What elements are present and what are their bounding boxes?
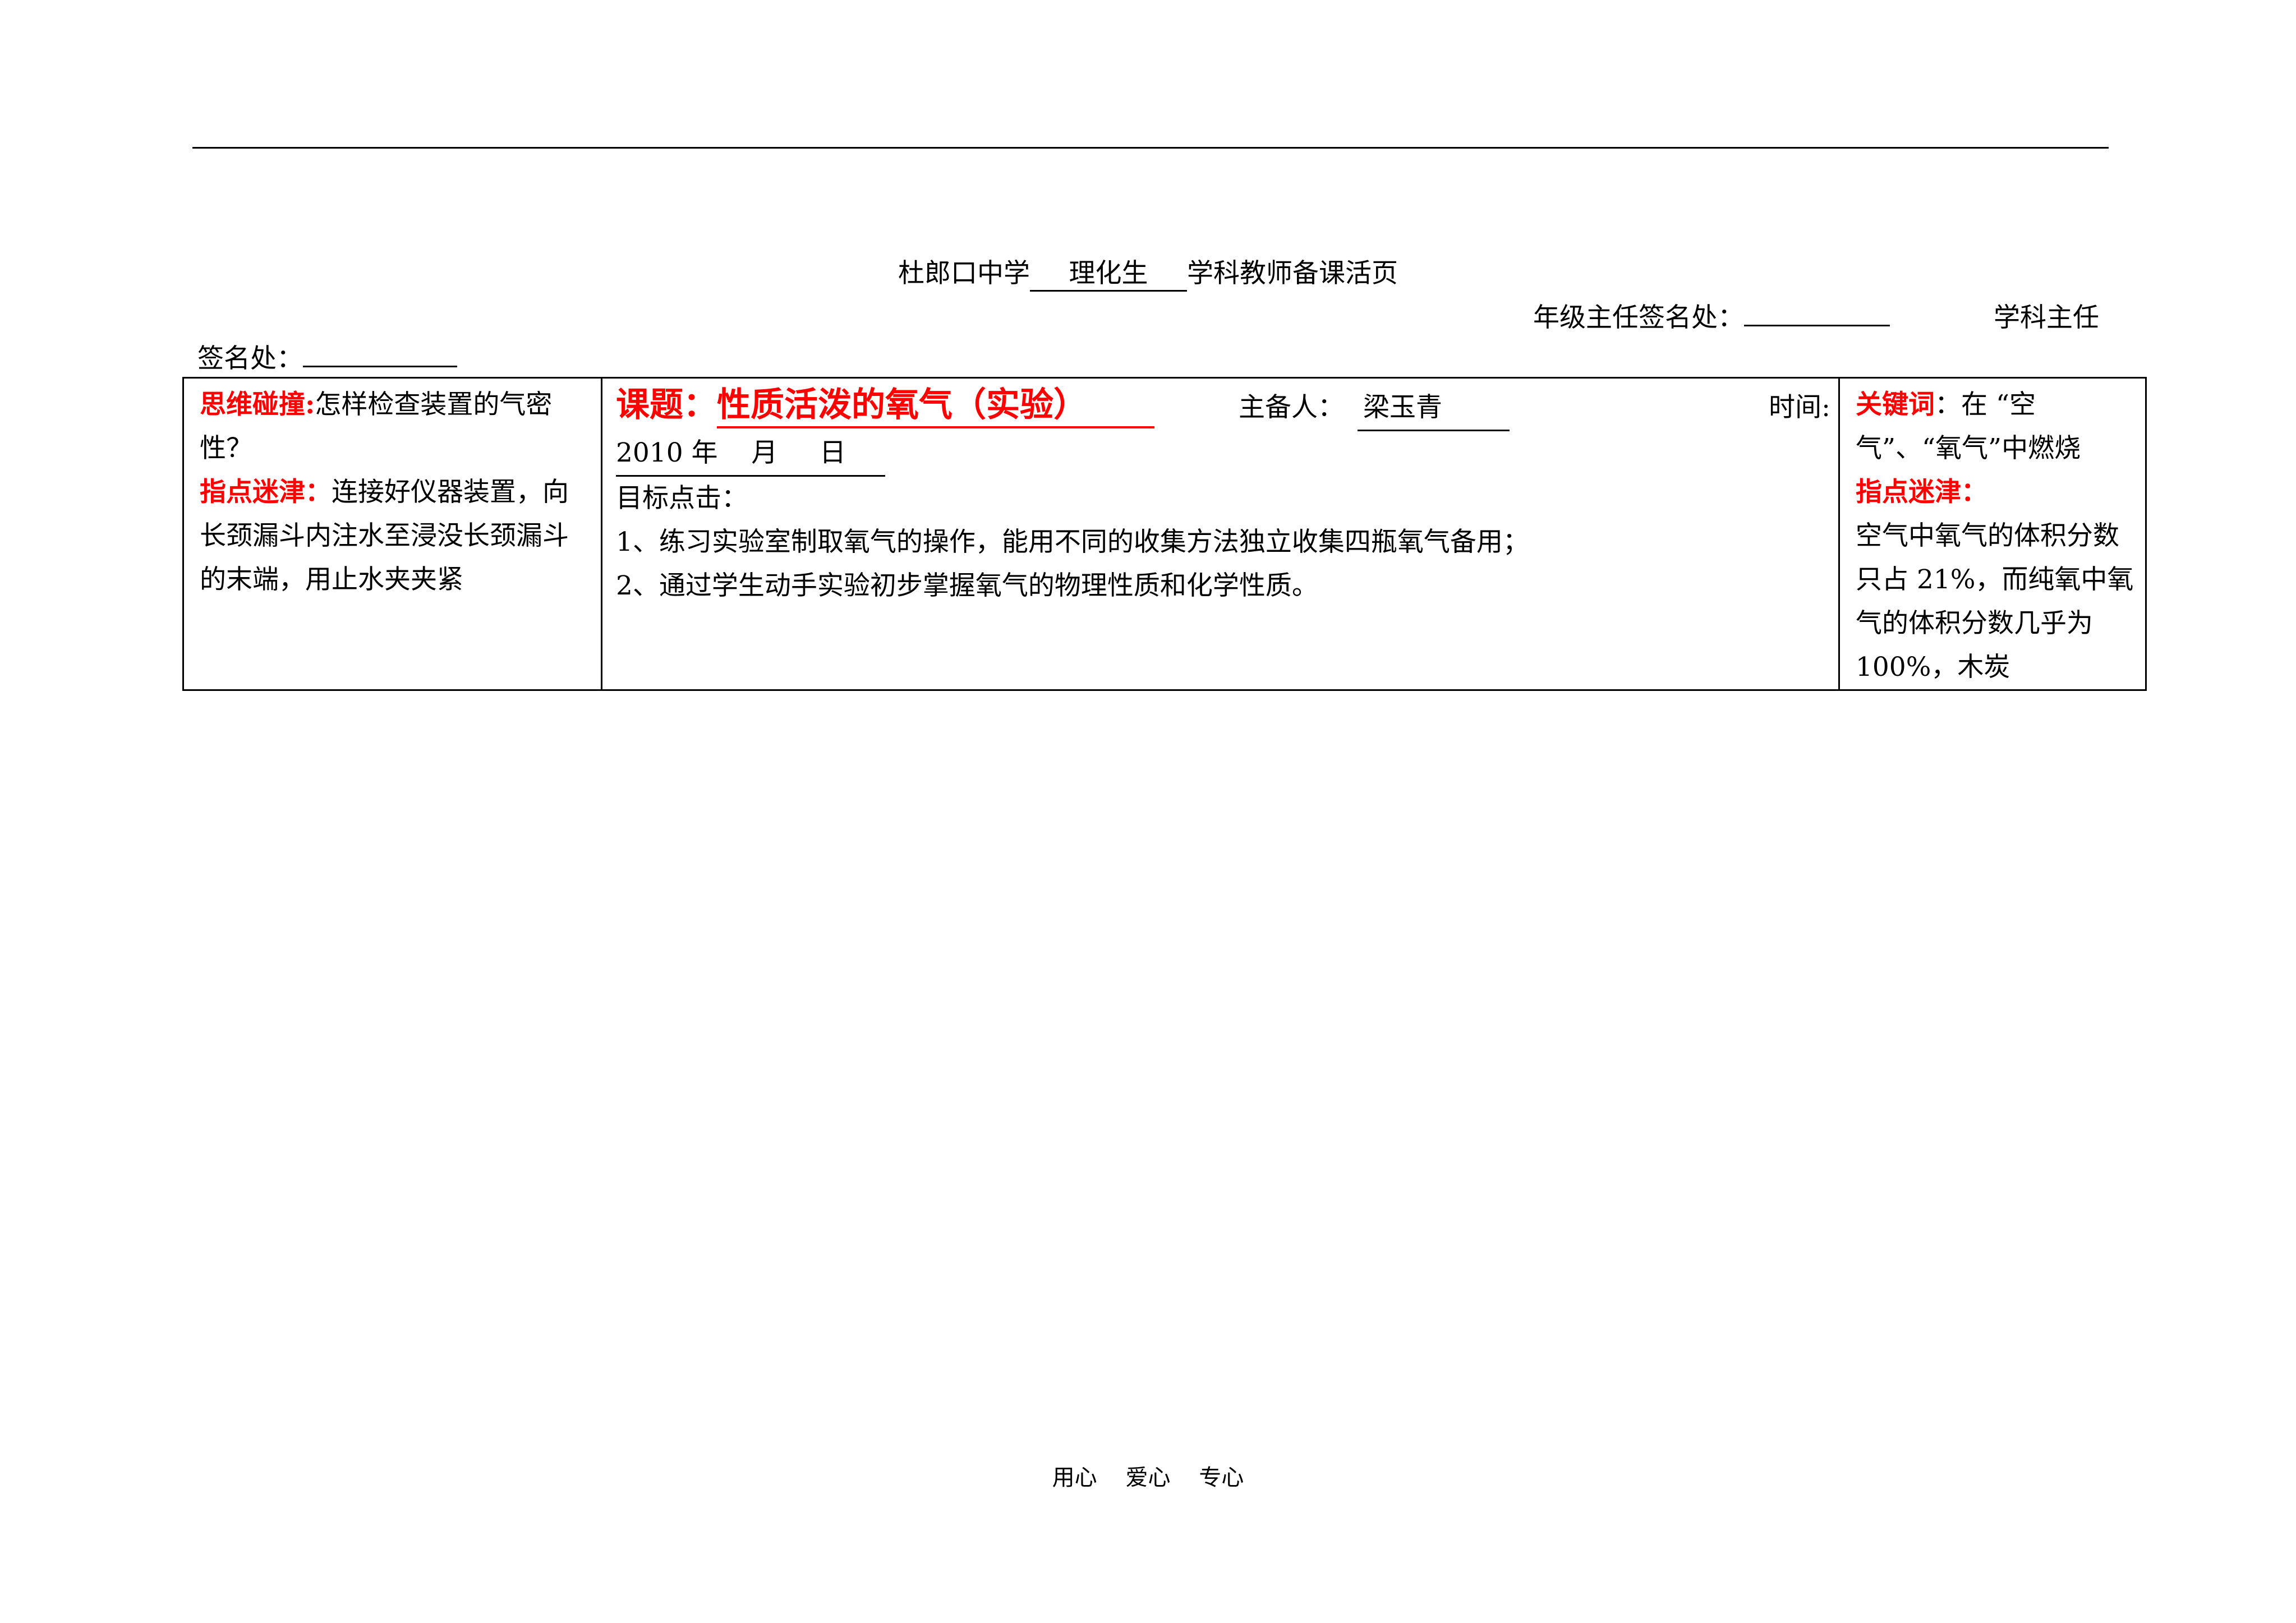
title-suffix: 学科教师备课活页 (1187, 258, 1398, 289)
thinking-question: 思维碰撞:怎样检查装置的气密性？ (200, 383, 590, 471)
preparer-value: 梁玉青 (1358, 386, 1510, 431)
left-hint: 指点迷津：连接好仪器装置，向长颈漏斗内注水至浸没长颈漏斗的末端，用止水夹夹紧 (200, 471, 590, 602)
date-row: 2010 年 月 日 (616, 431, 1830, 477)
grade-head-signature: 年级主任签名处： (1533, 296, 1890, 334)
left-hint-label: 指点迷津： (200, 477, 332, 508)
grade-head-blank (1744, 298, 1890, 326)
preparer-label: 主备人： (1239, 392, 1344, 423)
right-hint-label: 指点迷津： (1856, 477, 1987, 508)
goal-1: 1、练习实验室制取氧气的操作，能用不同的收集方法独立收集四瓶氧气备用； (616, 527, 1529, 557)
topic-row: 课题： 性质活泼的氧气（实验） 主备人： 梁玉青 时间: (616, 383, 1830, 431)
subject-name: 理化生 (1030, 251, 1187, 292)
subject-head-label: 学科主任 (1994, 302, 2099, 333)
right-hint-text: 空气中氧气的体积分数只占 21%，而纯氧中氧气的体积分数几乎为 100%，木炭 (1856, 520, 2134, 683)
thinking-cell: 思维碰撞:怎样检查装置的气密性？ 指点迷津：连接好仪器装置，向长颈漏斗内注水至浸… (182, 377, 602, 691)
goal-2: 2、通过学生动手实验初步掌握氧气的物理性质和化学性质。 (616, 570, 1318, 601)
goals-label: 目标点击： (616, 483, 748, 514)
header-rule (192, 147, 2109, 149)
document-title: 杜郎口中学 理化生 学科教师备课活页 (0, 251, 2296, 292)
time-label: 时间: (1769, 392, 1830, 423)
keywords-label: 关键词 (1856, 389, 1935, 420)
sign-place-blank (303, 339, 457, 367)
school-name: 杜郎口中学 (898, 258, 1030, 289)
topic-cell: 课题： 性质活泼的氧气（实验） 主备人： 梁玉青 时间: 2010 年 月 日 … (601, 377, 1840, 691)
topic-value: 性质活泼的氧气（实验） (717, 384, 1154, 428)
lesson-plan-table: 思维碰撞:怎样检查装置的气密性？ 指点迷津：连接好仪器装置，向长颈漏斗内注水至浸… (182, 377, 2147, 691)
keywords: 关键词：在 “空气”、“氧气”中燃烧 (1856, 383, 2134, 471)
footer-motto: 用心 爱心 专心 (1052, 1465, 1244, 1491)
topic-label: 课题： (616, 385, 717, 425)
keywords-cell: 关键词：在 “空气”、“氧气”中燃烧 指点迷津： 空气中氧气的体积分数只占 21… (1838, 377, 2147, 691)
date-value: 2010 年 月 日 (616, 431, 886, 477)
subject-head-signature: 签名处： (197, 336, 457, 375)
grade-head-label: 年级主任签名处： (1533, 302, 1744, 333)
thinking-label: 思维碰撞: (200, 389, 315, 420)
sign-place-label: 签名处： (197, 343, 303, 374)
